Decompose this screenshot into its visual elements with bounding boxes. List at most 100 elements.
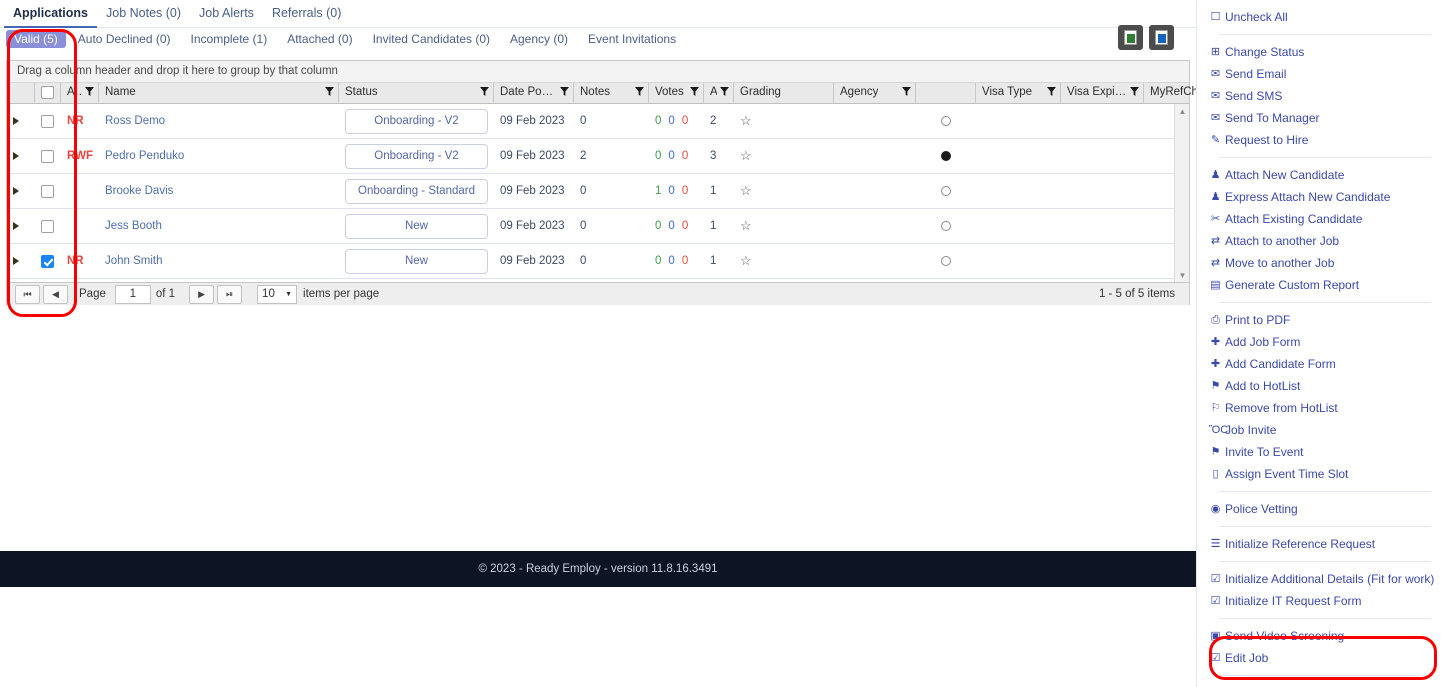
candidate-name-link[interactable]: Ross Demo <box>105 115 165 127</box>
menu-police-vetting[interactable]: ◉ Police Vetting <box>1197 498 1445 520</box>
column-filter-icon[interactable] <box>720 87 729 96</box>
grading-star-icon[interactable]: ☆ <box>740 183 752 199</box>
column-header-blank[interactable] <box>7 83 35 103</box>
menu-send-video-screening[interactable]: ▣ Send Video Screening <box>1197 625 1445 647</box>
select-all-checkbox[interactable] <box>41 86 54 99</box>
column-filter-icon[interactable] <box>85 87 94 96</box>
menu-assign-event-time-slot[interactable]: ▯ Assign Event Time Slot <box>1197 463 1445 485</box>
column-header-blank[interactable] <box>916 83 976 103</box>
scroll-up-arrow-icon[interactable]: ▲ <box>1175 104 1189 118</box>
subtab-attached-0[interactable]: Attached (0) <box>279 30 360 48</box>
column-filter-icon[interactable] <box>560 87 569 96</box>
menu-initialize-it-request-form[interactable]: ☑ Initialize IT Request Form <box>1197 590 1445 612</box>
menu-job-invite[interactable]: ὋC Job Invite <box>1197 419 1445 441</box>
column-header-visa-type[interactable]: Visa Type <box>976 83 1061 103</box>
menu-attach-new-candidate[interactable]: ♟ Attach New Candidate <box>1197 164 1445 186</box>
table-row[interactable]: Jess Booth New 09 Feb 2023 0 0 0 0 1 ☆ <box>7 209 1189 244</box>
column-filter-icon[interactable] <box>1130 87 1139 96</box>
menu-request-to-hire[interactable]: ✎ Request to Hire <box>1197 129 1445 151</box>
column-header-date-posted[interactable]: Date Posted <box>494 83 574 103</box>
subtab-auto-declined-0[interactable]: Auto Declined (0) <box>70 30 179 48</box>
column-filter-icon[interactable] <box>902 87 911 96</box>
menu-send-sms[interactable]: ✉ Send SMS <box>1197 85 1445 107</box>
row-expand-icon[interactable] <box>13 187 19 195</box>
pager-page-input[interactable]: 1 <box>114 284 151 304</box>
status-button[interactable]: New <box>345 213 488 239</box>
menu-send-email[interactable]: ✉ Send Email <box>1197 63 1445 85</box>
grading-star-icon[interactable]: ☆ <box>740 253 752 269</box>
column-header-blank[interactable] <box>35 83 61 103</box>
menu-invite-to-event[interactable]: ⚑ Invite To Event <box>1197 441 1445 463</box>
status-button[interactable]: Onboarding - Standard <box>345 178 488 204</box>
menu-uncheck-all[interactable]: ☐ Uncheck All <box>1197 6 1445 28</box>
row-select-checkbox[interactable] <box>41 114 54 128</box>
table-row[interactable]: Brooke Davis Onboarding - Standard 09 Feb … <box>7 174 1189 209</box>
menu-change-status[interactable]: ⊞ Change Status <box>1197 41 1445 63</box>
menu-attach-existing-candidate[interactable]: ✂ Attach Existing Candidate <box>1197 208 1445 230</box>
candidate-name-link[interactable]: Pedro Penduko <box>105 150 184 162</box>
row-select-checkbox[interactable] <box>41 219 54 233</box>
column-header-notes[interactable]: Notes <box>574 83 649 103</box>
grid-vertical-scrollbar[interactable]: ▲ ▼ <box>1174 104 1189 282</box>
candidate-name-link[interactable]: Brooke Davis <box>105 185 173 197</box>
status-button[interactable]: Onboarding - V2 <box>345 108 488 134</box>
menu-send-to-myrefcheck[interactable]: ♣Send To MyRefCheck <box>1197 682 1445 687</box>
status-button[interactable]: New <box>345 248 488 274</box>
menu-print-to-pdf[interactable]: ⎙ Print to PDF <box>1197 309 1445 331</box>
scroll-down-arrow-icon[interactable]: ▼ <box>1175 268 1189 282</box>
grading-star-icon[interactable]: ☆ <box>740 148 752 164</box>
candidate-name-link[interactable]: Jess Booth <box>105 220 162 232</box>
export-excel-button[interactable] <box>1118 25 1143 50</box>
menu-initialize-additional-details[interactable]: ☑ Initialize Additional Details (Fit for … <box>1197 568 1445 590</box>
row-select-checkbox[interactable] <box>41 254 54 268</box>
menu-add-job-form[interactable]: ✚ Add Job Form <box>1197 331 1445 353</box>
column-header-votes[interactable]: Votes <box>649 83 704 103</box>
table-row[interactable]: NR John Smith New 09 Feb 2023 0 0 0 0 1 ☆ <box>7 244 1189 279</box>
table-row[interactable]: RWF Pedro Penduko Onboarding - V2 09 Feb 20… <box>7 139 1189 174</box>
column-filter-icon[interactable] <box>480 87 489 96</box>
column-header-agency[interactable]: Agency <box>834 83 916 103</box>
column-header-al[interactable]: Al... <box>61 83 99 103</box>
menu-express-attach-new-candidate[interactable]: ♟ Express Attach New Candidate <box>1197 186 1445 208</box>
column-header-status[interactable]: Status <box>339 83 494 103</box>
row-expand-icon[interactable] <box>13 222 19 230</box>
tab-applications[interactable]: Applications <box>4 1 98 28</box>
subtab-invited-candidates-0[interactable]: Invited Candidates (0) <box>365 30 498 48</box>
row-expand-icon[interactable] <box>13 117 19 125</box>
column-header-a[interactable]: A. <box>704 83 734 103</box>
table-row[interactable]: NR Ross Demo Onboarding - V2 09 Feb 2023 0 0 0… <box>7 104 1189 139</box>
column-header-name[interactable]: Name <box>99 83 339 103</box>
subtab-incomplete-1[interactable]: Incomplete (1) <box>183 30 276 48</box>
menu-edit-job[interactable]: ☑ Edit Job <box>1197 647 1445 669</box>
menu-attach-to-another-job[interactable]: ⇄ Attach to another Job <box>1197 230 1445 252</box>
tab-referrals-0[interactable]: Referrals (0) <box>263 1 350 26</box>
export-pdf-button[interactable] <box>1149 25 1174 50</box>
column-header-visa-expiry[interactable]: Visa Expiry ... <box>1061 83 1144 103</box>
row-select-checkbox[interactable] <box>41 184 54 198</box>
row-select-checkbox[interactable] <box>41 149 54 163</box>
menu-add-candidate-form[interactable]: ✚ Add Candidate Form <box>1197 353 1445 375</box>
tab-job-notes-0[interactable]: Job Notes (0) <box>97 1 190 26</box>
pager-last-button[interactable]: ⏯ <box>217 284 243 304</box>
menu-send-to-manager[interactable]: ✉ Send To Manager <box>1197 107 1445 129</box>
candidate-name-link[interactable]: John Smith <box>105 255 163 267</box>
row-expand-icon[interactable] <box>13 257 19 265</box>
pager-prev-button[interactable]: ◀ <box>43 284 68 304</box>
tab-job-alerts[interactable]: Job Alerts <box>190 1 263 26</box>
grading-star-icon[interactable]: ☆ <box>740 113 752 129</box>
menu-generate-custom-report[interactable]: ▤ Generate Custom Report <box>1197 274 1445 296</box>
pager-page-size-select[interactable]: 10 ▼ <box>257 284 298 304</box>
column-header-grading[interactable]: Grading <box>734 83 834 103</box>
menu-remove-from-hotlist[interactable]: ⚐ Remove from HotList <box>1197 397 1445 419</box>
column-filter-icon[interactable] <box>690 87 699 96</box>
menu-initialize-reference-request[interactable]: ☰ Initialize Reference Request <box>1197 533 1445 555</box>
column-filter-icon[interactable] <box>635 87 644 96</box>
pager-first-button[interactable]: ⏮ <box>15 284 40 304</box>
column-filter-icon[interactable] <box>325 87 334 96</box>
subtab-event-invitations[interactable]: Event Invitations <box>580 30 684 48</box>
pager-next-button[interactable]: ▶ <box>189 284 215 304</box>
menu-move-to-another-job[interactable]: ⇄ Move to another Job <box>1197 252 1445 274</box>
row-expand-icon[interactable] <box>13 152 19 160</box>
column-filter-icon[interactable] <box>1047 87 1056 96</box>
grading-star-icon[interactable]: ☆ <box>740 218 752 234</box>
